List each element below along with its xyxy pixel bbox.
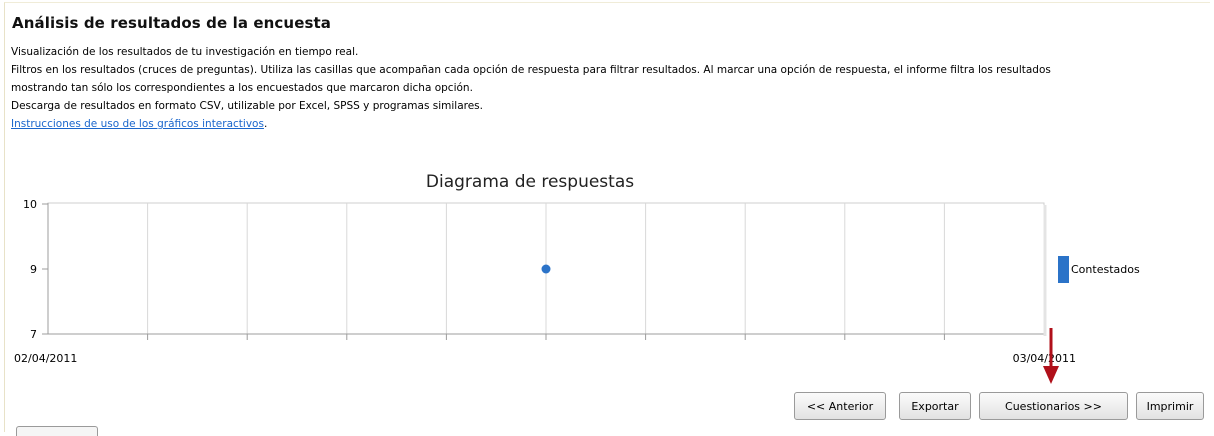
- y-tick-label-9: 9: [30, 263, 37, 276]
- print-button[interactable]: Imprimir: [1136, 392, 1204, 420]
- questionnaires-button[interactable]: Cuestionarios >>: [979, 392, 1128, 420]
- legend-swatch-contestados: [1058, 256, 1069, 283]
- x-tick-label-end: 03/04/2011: [1013, 352, 1076, 365]
- previous-button[interactable]: << Anterior: [794, 392, 886, 420]
- y-tick-label-10: 10: [23, 198, 37, 211]
- data-point-contestados[interactable]: [541, 264, 551, 274]
- y-tick-10: 10: [23, 198, 48, 211]
- legend-label-contestados: Contestados: [1071, 263, 1140, 276]
- x-tick-label-start: 02/04/2011: [14, 352, 77, 365]
- y-tick-label-7: 7: [30, 328, 37, 341]
- y-tick-7: 7: [30, 328, 48, 341]
- response-chart: 10 9 7 02/04/2011 03/04/2011: [14, 198, 1076, 384]
- y-tick-9: 9: [30, 263, 48, 276]
- chart-legend: Contestados: [1058, 256, 1140, 283]
- export-button[interactable]: Exportar: [899, 392, 971, 420]
- partial-button[interactable]: [16, 426, 98, 436]
